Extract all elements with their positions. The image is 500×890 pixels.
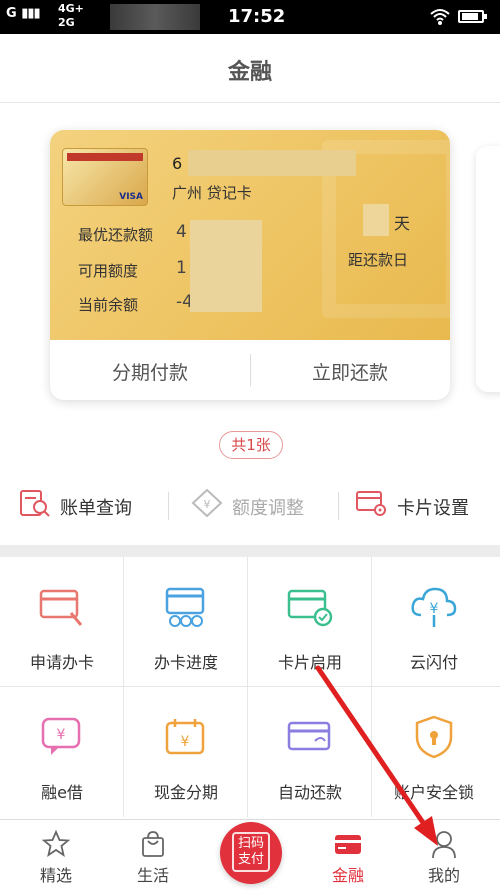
status-bar: G ▮▮▮ 4G+ 2G 17:52 [0, 0, 500, 34]
current-balance-label: 当前余额 [78, 296, 139, 314]
quick-divider [338, 492, 339, 520]
section-separator [0, 545, 500, 557]
tab-label: 生活 [136, 866, 169, 885]
card-carousel: VISA 6 广州 贷记卡 最优还款额 4 可用额度 1 当前余额 -4 天 距… [0, 103, 500, 545]
e-loan-icon: ¥ [41, 717, 81, 755]
min-repayment-label: 最优还款额 [78, 226, 154, 244]
card-count-badge: 共1张 [219, 431, 283, 459]
function-grid: 申请办卡 办卡进度 卡片启用 ¥ 云闪付 ¥ 融e借 ¥ 现金分期 自动还款 账… [0, 557, 500, 819]
days-unit: 天 [394, 214, 411, 233]
scan-pay-label: 扫码支付 [237, 836, 264, 867]
account-lock-icon [415, 715, 453, 759]
grid-label: 办卡进度 [153, 653, 218, 672]
grid-label: 账户安全锁 [393, 783, 474, 802]
installment-button[interactable]: 分期付款 [50, 358, 250, 385]
svg-text:¥: ¥ [204, 498, 211, 511]
card-thumbnail: VISA [62, 148, 148, 206]
bill-query-label: 账单查询 [60, 498, 132, 519]
page-header: 金融 [0, 34, 500, 103]
auto-repay-icon [287, 721, 331, 751]
card-progress-icon [165, 587, 205, 627]
next-card-peek[interactable] [476, 146, 500, 392]
tab-label: 我的 [427, 866, 460, 885]
tab-finance[interactable]: 金融 [298, 820, 398, 890]
redacted-days [363, 204, 389, 236]
wifi-icon [430, 9, 450, 25]
card-activate-icon [287, 589, 333, 627]
grid-item-cash-installment[interactable]: ¥ 现金分期 [124, 687, 248, 817]
redacted-area [110, 4, 200, 30]
available-limit-label: 可用额度 [78, 262, 139, 280]
svg-text:¥: ¥ [430, 601, 439, 617]
status-time: 17:52 [228, 6, 286, 27]
grid-item-cloud-pay[interactable]: ¥ 云闪付 [372, 557, 500, 687]
apply-card-icon [39, 589, 83, 626]
days-to-repayment-label: 距还款日 [348, 251, 409, 269]
grid-label: 融e借 [41, 783, 83, 802]
grid-item-apply-card[interactable]: 申请办卡 [0, 557, 124, 687]
grid-item-card-progress[interactable]: 办卡进度 [124, 557, 248, 687]
visa-logo: VISA [119, 192, 143, 202]
card-actions: 分期付款 立即还款 [50, 340, 450, 400]
cash-installment-icon: ¥ [165, 719, 205, 755]
bill-query-button[interactable]: 账单查询 [18, 482, 168, 532]
card-face[interactable]: VISA 6 广州 贷记卡 最优还款额 4 可用额度 1 当前余额 -4 天 距… [50, 130, 450, 340]
bag-icon [142, 831, 164, 857]
card-number: 6 [172, 154, 183, 173]
bottom-tab-bar: 精选 生活 扫码支付 金融 我的 [0, 819, 500, 890]
grid-label: 云闪付 [409, 653, 458, 672]
card-type: 广州 贷记卡 [172, 184, 252, 202]
grid-item-e-loan[interactable]: ¥ 融e借 [0, 687, 124, 817]
grid-label: 现金分期 [153, 783, 218, 802]
card-settings-label: 卡片设置 [397, 498, 469, 519]
scan-pay-button[interactable]: 扫码支付 [220, 822, 282, 884]
grid-item-auto-repay[interactable]: 自动还款 [248, 687, 372, 817]
tab-life[interactable]: 生活 [103, 820, 203, 890]
card-icon [335, 835, 361, 854]
svg-text:¥: ¥ [57, 727, 66, 743]
star-icon [42, 830, 70, 857]
min-repayment-value: 4 [176, 222, 187, 242]
signal-indicator: G ▮▮▮ [6, 6, 41, 21]
available-limit-value: 1 [176, 258, 187, 278]
bill-search-icon [20, 490, 50, 517]
page-title: 金融 [227, 60, 272, 85]
redacted-card-number [188, 150, 356, 176]
svg-text:¥: ¥ [181, 734, 190, 750]
limit-adjust-button[interactable]: ¥ 额度调整 [190, 482, 340, 532]
tab-mine[interactable]: 我的 [394, 820, 494, 890]
person-icon [432, 831, 456, 858]
tab-featured[interactable]: 精选 [6, 820, 106, 890]
limit-adjust-label: 额度调整 [232, 498, 304, 519]
network-indicator: 4G+ 2G [58, 2, 84, 29]
redacted-amounts [190, 220, 262, 312]
battery-icon [458, 10, 487, 23]
card-settings-icon [356, 491, 386, 516]
grid-label: 卡片启用 [277, 653, 342, 672]
grid-item-card-activate[interactable]: 卡片启用 [248, 557, 372, 687]
credit-card[interactable]: VISA 6 广州 贷记卡 最优还款额 4 可用额度 1 当前余额 -4 天 距… [50, 130, 450, 400]
card-settings-button[interactable]: 卡片设置 [355, 482, 495, 532]
grid-label: 申请办卡 [29, 653, 94, 672]
quick-actions: 账单查询 ¥ 额度调整 卡片设置 [0, 482, 500, 532]
repay-now-button[interactable]: 立即还款 [250, 358, 450, 385]
limit-adjust-icon: ¥ [191, 488, 223, 518]
tab-label: 精选 [39, 866, 72, 885]
quick-divider [168, 492, 169, 520]
grid-item-account-lock[interactable]: 账户安全锁 [372, 687, 500, 817]
grid-label: 自动还款 [277, 783, 342, 802]
cloud-pay-icon: ¥ [411, 587, 457, 627]
tab-label: 金融 [331, 866, 364, 885]
